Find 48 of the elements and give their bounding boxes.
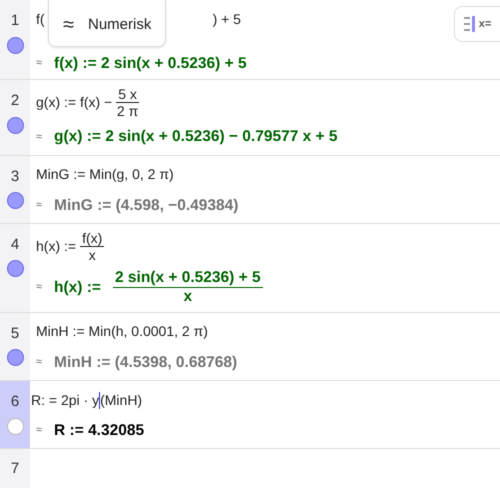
approx-icon: ≈ <box>36 279 42 296</box>
row-gutter[interactable]: 2 <box>0 80 30 155</box>
approx-icon: ≈ <box>36 354 42 371</box>
approx-icon: ≈ <box>36 55 42 72</box>
text-cursor <box>99 392 100 408</box>
output-value: f(x) := 2 sin(x + 0.5236) + 5 <box>54 54 247 74</box>
row-gutter[interactable]: 3 <box>0 156 30 223</box>
visibility-toggle[interactable] <box>6 192 24 210</box>
row-number: 4 <box>10 234 20 255</box>
tooltip-label: Numerisk <box>88 14 152 35</box>
fraction-expression: 5 x 2 π <box>116 86 139 120</box>
row-gutter[interactable]: 6 <box>0 381 30 448</box>
row-gutter[interactable]: 4 <box>0 224 30 312</box>
approx-icon: ≈ <box>36 197 42 214</box>
approx-icon: ≈ <box>36 422 42 439</box>
visibility-toggle[interactable] <box>6 36 24 54</box>
input-expression[interactable]: MinG := Min(g, 0, 2 π) <box>36 164 174 186</box>
list-icon <box>464 15 476 33</box>
input-expression[interactable]: f( <box>36 8 45 30</box>
output-value: R := 4.32085 <box>54 421 144 441</box>
visibility-toggle[interactable] <box>6 349 24 366</box>
row-number: 1 <box>10 11 20 31</box>
row-number: 2 <box>10 91 20 112</box>
row-gutter[interactable]: 1 <box>0 0 30 80</box>
input-expression[interactable]: h(x) := <box>36 236 76 258</box>
fraction-value: 2 sin(x + 0.5236) + 5 x <box>112 269 263 306</box>
row-gutter[interactable]: 7 <box>0 449 30 488</box>
row-number: 3 <box>10 166 20 187</box>
row-gutter[interactable]: 5 <box>0 312 30 380</box>
visibility-toggle[interactable] <box>6 116 24 134</box>
output-value: MinH := (4.5398, 0.68768) <box>54 352 238 373</box>
row-number: 7 <box>10 458 20 478</box>
visibility-toggle[interactable] <box>6 418 24 434</box>
algebra-toggle-button[interactable]: x= <box>454 6 500 42</box>
row-number: 6 <box>10 392 20 412</box>
input-expression[interactable]: ) + 5 <box>212 8 241 30</box>
input-expression[interactable]: R: = 2pi · y <box>31 390 100 410</box>
input-expression[interactable]: MinH := Min(h, 0.0001, 2 π) <box>36 321 208 342</box>
output-value: g(x) := 2 sin(x + 0.5236) − 0.79577 x + 5 <box>54 127 338 148</box>
output-value: h(x) := <box>54 278 101 298</box>
input-expression[interactable]: g(x) := f(x) − <box>36 92 112 114</box>
approx-icon: ≈ <box>63 10 74 40</box>
row-number: 5 <box>10 324 20 344</box>
approx-icon: ≈ <box>36 128 42 146</box>
input-expression[interactable]: (MinH) <box>100 390 142 410</box>
fraction-expression: f(x) x <box>80 230 104 264</box>
visibility-toggle[interactable] <box>6 260 24 278</box>
output-value: MinG := (4.598, −0.49384) <box>54 196 238 216</box>
